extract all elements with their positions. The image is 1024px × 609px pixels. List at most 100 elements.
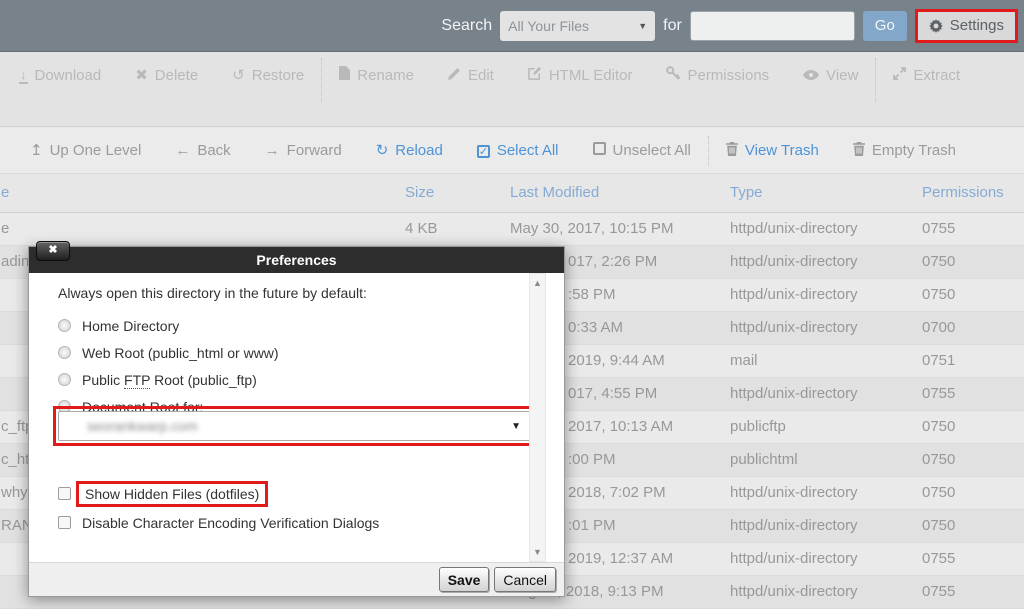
cancel-button[interactable]: Cancel xyxy=(494,567,556,592)
toolbar-button-back: ← Back xyxy=(158,138,247,164)
file-last-modified: 017, 2:26 PM xyxy=(568,246,657,278)
action-toolbar: ↓Download✖Delete↺RestoreRenameEditHTML E… xyxy=(0,52,1024,127)
toolbar-button-delete: ✖Delete xyxy=(118,62,215,88)
toolbar-button-label: Extract xyxy=(913,67,960,84)
file-last-modified: :01 PM xyxy=(568,510,616,542)
preferences-modal-footer: Save Cancel xyxy=(29,562,564,596)
column-type[interactable]: Type xyxy=(730,174,763,212)
toolbar-button-view: View xyxy=(786,62,875,88)
for-label: for xyxy=(663,17,682,35)
toolbar-button-label: Up One Level xyxy=(50,142,142,159)
modal-scrollbar[interactable]: ▲ ▼ xyxy=(529,273,546,562)
search-label: Search xyxy=(441,17,492,35)
file-type: httpd/unix-directory xyxy=(730,378,858,410)
scroll-up-icon[interactable]: ▲ xyxy=(530,278,545,288)
settings-button[interactable]: Settings xyxy=(915,9,1018,43)
file-permissions: 0750 xyxy=(922,510,955,542)
file-type: httpd/unix-directory xyxy=(730,477,858,509)
delete-x-icon: ✖ xyxy=(135,67,148,84)
trash-icon xyxy=(853,142,865,160)
file-last-modified: :58 PM xyxy=(568,279,616,311)
preferences-modal-header: ✖ Preferences xyxy=(29,247,564,273)
search-input[interactable] xyxy=(690,11,855,41)
preferences-modal-title: Preferences xyxy=(256,252,336,268)
file-name-fragment: c_ht xyxy=(1,444,29,476)
document-root-annotation-box: seorankwarp.com ▼ xyxy=(53,406,537,446)
file-type: httpd/unix-directory xyxy=(730,246,858,278)
column-last-modified[interactable]: Last Modified xyxy=(510,174,599,212)
toolbar-button-html-editor: HTML Editor xyxy=(511,62,650,88)
download-icon: ↓ xyxy=(19,66,28,83)
toolbar-button-label: Back xyxy=(197,142,230,159)
search-scope-dropdown[interactable]: All Your Files ▼ xyxy=(500,11,655,41)
file-size: 4 KB xyxy=(405,213,438,245)
radio-button-icon[interactable] xyxy=(58,319,71,332)
document-root-domain-select[interactable]: seorankwarp.com ▼ xyxy=(58,411,532,441)
toolbar-button-unselect-all: Unselect All xyxy=(576,138,708,164)
radio-option-label: Public FTP Root (public_ftp) xyxy=(82,372,257,388)
back-arrow-icon: ← xyxy=(175,142,190,159)
go-button[interactable]: Go xyxy=(863,11,907,41)
toolbar-button-label: Select All xyxy=(497,142,559,159)
file-type: httpd/unix-directory xyxy=(730,510,858,542)
preferences-checkboxes: Show Hidden Files (dotfiles) Disable Char… xyxy=(58,479,379,537)
radio-button-icon[interactable] xyxy=(58,373,71,386)
radio-button-icon[interactable] xyxy=(58,346,71,359)
file-permissions: 0700 xyxy=(922,312,955,344)
file-permissions: 0755 xyxy=(922,576,955,608)
file-permissions: 0751 xyxy=(922,345,955,377)
caret-down-icon: ▼ xyxy=(511,421,521,432)
column-size[interactable]: Size xyxy=(405,174,434,212)
checkbox-icon[interactable] xyxy=(58,516,71,529)
toolbar-button-rename: Rename xyxy=(322,62,431,88)
file-type: httpd/unix-directory xyxy=(730,543,858,575)
file-last-modified: 017, 4:55 PM xyxy=(568,378,657,410)
file-permissions: 0755 xyxy=(922,213,955,245)
abbr-text: FTP xyxy=(124,372,150,389)
navigation-toolbar: ↥Up One Level ← Back → Forward ↻Reload ✓ Select… xyxy=(0,128,1024,174)
radio-option-public-ftp-root-public-ftp[interactable]: Public FTP Root (public_ftp) xyxy=(58,366,279,393)
toolbar-button-view-trash[interactable]: View Trash xyxy=(709,138,836,164)
reload-icon: ↻ xyxy=(376,142,389,159)
toolbar-button-select-all[interactable]: ✓ Select All xyxy=(460,138,576,164)
column-name-fragment[interactable]: e xyxy=(1,174,9,212)
file-last-modified: 2018, 7:02 PM xyxy=(568,477,666,509)
preferences-modal-body: Always open this directory in the future… xyxy=(29,273,564,562)
column-permissions[interactable]: Permissions xyxy=(922,174,1004,212)
checkbox-option-show-hidden-files-dotfiles[interactable]: Show Hidden Files (dotfiles) xyxy=(58,479,379,508)
checkbox-option-disable-character-encoding-verification-dialogs[interactable]: Disable Character Encoding Verification … xyxy=(58,508,379,537)
topbar: Search All Your Files ▼ for Go Settings xyxy=(0,0,1024,52)
radio-option-web-root-public-html-or-www[interactable]: Web Root (public_html or www) xyxy=(58,339,279,366)
select-all-checkbox-icon: ✓ xyxy=(477,142,490,159)
file-type: httpd/unix-directory xyxy=(730,279,858,311)
toolbar-button-up-one-level: ↥Up One Level xyxy=(13,138,158,164)
save-button[interactable]: Save xyxy=(439,567,490,592)
close-icon[interactable]: ✖ xyxy=(36,241,70,261)
pencil-icon xyxy=(448,67,461,84)
file-permissions: 0750 xyxy=(922,444,955,476)
toolbar-button-forward: → Forward xyxy=(248,138,359,164)
file-type: httpd/unix-directory xyxy=(730,312,858,344)
toolbar-button-label: Forward xyxy=(287,142,342,159)
toolbar-button-reload[interactable]: ↻Reload xyxy=(359,138,460,164)
file-last-modified: :00 PM xyxy=(568,444,616,476)
radio-option-home-directory[interactable]: Home Directory xyxy=(58,312,279,339)
checkbox-icon[interactable] xyxy=(58,487,71,500)
unselect-all-checkbox-icon xyxy=(593,142,606,159)
scroll-down-icon[interactable]: ▼ xyxy=(530,547,545,557)
file-table-header: e Size Last Modified Type Permissions xyxy=(0,174,1024,213)
key-icon xyxy=(666,66,680,84)
annotation-box: Show Hidden Files (dotfiles) xyxy=(76,481,268,507)
file-row[interactable]: e4 KBMay 30, 2017, 10:15 PMhttpd/unix-di… xyxy=(0,213,1024,246)
toolbar-button-label: View xyxy=(826,67,858,84)
search-scope-value: All Your Files xyxy=(508,18,589,34)
file-icon xyxy=(339,66,350,84)
toolbar-button-empty-trash: Empty Trash xyxy=(836,138,973,164)
forward-arrow-icon: → xyxy=(265,142,280,159)
radio-option-label: Home Directory xyxy=(82,318,179,334)
toolbar-button-extract: Extract xyxy=(876,62,977,88)
file-permissions: 0755 xyxy=(922,543,955,575)
settings-label: Settings xyxy=(950,17,1004,34)
checkbox-label: Disable Character Encoding Verification … xyxy=(82,515,379,531)
restore-icon: ↺ xyxy=(232,67,245,84)
